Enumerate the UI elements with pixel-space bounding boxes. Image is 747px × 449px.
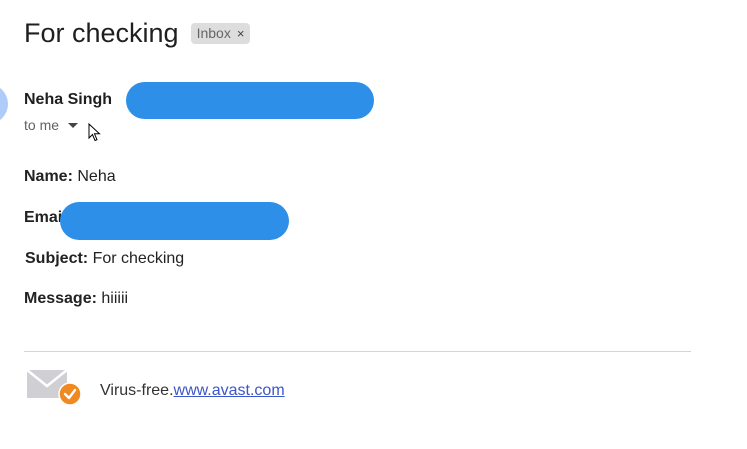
sender-avatar[interactable]: [0, 84, 8, 124]
field-subject-value: For checking: [92, 250, 185, 267]
field-message: Message: hiiiii: [24, 290, 128, 308]
virus-free-text: Virus-free.: [100, 382, 174, 399]
field-name-value: Neha: [77, 168, 116, 185]
subject-header: For checking Inbox ×: [24, 18, 251, 49]
recipient-text: to me: [24, 117, 60, 133]
field-message-label: Message:: [24, 290, 97, 307]
field-subject-label: Subject:: [25, 250, 89, 267]
remove-label-icon[interactable]: ×: [237, 26, 245, 41]
email-subject-title: For checking: [24, 18, 179, 48]
field-name-label: Name:: [24, 168, 73, 185]
signature-divider: [24, 351, 691, 352]
recipient-row: to me: [24, 117, 79, 133]
field-name: Name: Neha: [24, 168, 116, 186]
redaction-sender-email: [126, 82, 374, 119]
mail-check-icon[interactable]: [26, 368, 82, 406]
email-view: For checking Inbox × Neha Singh to me Na…: [0, 0, 747, 449]
virus-free-footer: Virus-free.www.avast.com: [100, 382, 285, 400]
details-dropdown-icon[interactable]: [68, 122, 79, 128]
field-message-value: hiiiii: [101, 290, 129, 307]
mouse-cursor-icon: [88, 123, 101, 142]
label-chip-text: Inbox: [196, 25, 231, 41]
inbox-label-chip[interactable]: Inbox ×: [190, 23, 251, 44]
sender-name[interactable]: Neha Singh: [24, 91, 112, 109]
redaction-email-value: [60, 202, 289, 240]
avast-link[interactable]: www.avast.com: [174, 382, 285, 399]
field-subject: Subject: For checking: [25, 250, 184, 268]
